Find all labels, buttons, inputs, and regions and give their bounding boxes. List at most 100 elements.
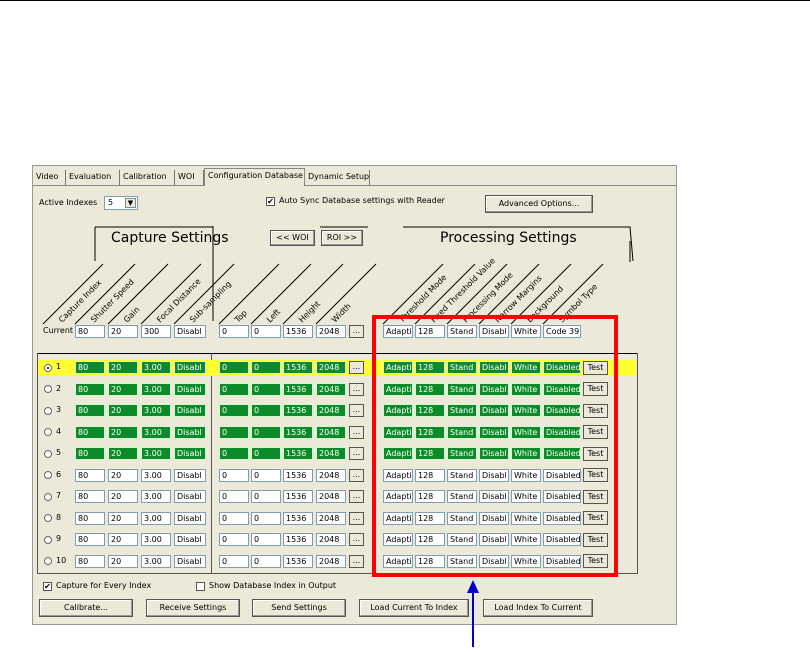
row-select-radio[interactable] bbox=[44, 385, 52, 393]
capture-field[interactable]: 20 bbox=[108, 468, 138, 482]
window-edit-button[interactable]: ... bbox=[349, 404, 364, 417]
capture-field[interactable]: 3.00 bbox=[141, 425, 171, 439]
window-field[interactable]: 1536 bbox=[283, 382, 313, 396]
receive-settings-button[interactable]: Receive Settings bbox=[146, 599, 240, 617]
calibrate-button[interactable]: Calibrate... bbox=[39, 599, 133, 617]
window-edit-button[interactable]: ... bbox=[349, 554, 364, 568]
row-select-radio[interactable] bbox=[44, 363, 52, 372]
capture-field[interactable]: 80 bbox=[75, 361, 105, 374]
window-field[interactable]: 0 bbox=[251, 554, 281, 568]
current-window-field[interactable]: 1536 bbox=[283, 325, 313, 338]
window-field[interactable]: 1536 bbox=[283, 511, 313, 525]
window-field[interactable]: 0 bbox=[219, 361, 249, 374]
capture-field[interactable]: 20 bbox=[108, 361, 138, 374]
window-field[interactable]: 0 bbox=[219, 511, 249, 525]
capture-every-checkbox[interactable]: ✔ bbox=[43, 582, 52, 591]
capture-field[interactable]: 20 bbox=[108, 404, 138, 417]
capture-field[interactable]: Disabl bbox=[174, 511, 206, 525]
window-edit-button[interactable]: ... bbox=[349, 533, 364, 546]
window-field[interactable]: 0 bbox=[219, 447, 249, 460]
window-field[interactable]: 1536 bbox=[283, 361, 313, 374]
current-capture-field[interactable]: Disabl bbox=[174, 325, 206, 338]
window-field[interactable]: 1536 bbox=[283, 533, 313, 546]
window-field[interactable]: 1536 bbox=[283, 404, 313, 417]
window-field[interactable]: 0 bbox=[219, 382, 249, 396]
window-field[interactable]: 0 bbox=[251, 404, 281, 417]
capture-field[interactable]: 20 bbox=[108, 490, 138, 503]
capture-field[interactable]: 80 bbox=[75, 554, 105, 568]
capture-field[interactable]: 80 bbox=[75, 511, 105, 525]
load-current-to-index-button[interactable]: Load Current To Index bbox=[359, 599, 469, 617]
capture-field[interactable]: 3.00 bbox=[141, 447, 171, 460]
window-edit-button[interactable]: ... bbox=[349, 468, 364, 482]
window-field[interactable]: 2048 bbox=[316, 382, 346, 396]
window-edit-button[interactable]: ... bbox=[349, 447, 364, 460]
window-field[interactable]: 2048 bbox=[316, 490, 346, 503]
window-field[interactable]: 1536 bbox=[283, 490, 313, 503]
woi-back-button[interactable]: << WOI bbox=[270, 230, 315, 246]
window-field[interactable]: 0 bbox=[219, 554, 249, 568]
current-window-field[interactable]: 0 bbox=[251, 325, 281, 338]
capture-field[interactable]: Disabl bbox=[174, 404, 206, 417]
window-edit-button[interactable]: ... bbox=[349, 425, 364, 439]
capture-field[interactable]: Disabl bbox=[174, 361, 206, 374]
window-field[interactable]: 0 bbox=[219, 490, 249, 503]
capture-field[interactable]: 80 bbox=[75, 533, 105, 546]
capture-field[interactable]: 80 bbox=[75, 425, 105, 439]
row-select-radio[interactable] bbox=[44, 428, 52, 436]
window-field[interactable]: 2048 bbox=[316, 361, 346, 374]
window-field[interactable]: 1536 bbox=[283, 554, 313, 568]
capture-field[interactable]: 80 bbox=[75, 490, 105, 503]
window-field[interactable]: 0 bbox=[251, 447, 281, 460]
capture-field[interactable]: 3.00 bbox=[141, 404, 171, 417]
capture-field[interactable]: 3.00 bbox=[141, 468, 171, 482]
capture-field[interactable]: 80 bbox=[75, 468, 105, 482]
row-select-radio[interactable] bbox=[44, 514, 52, 522]
capture-field[interactable]: Disabl bbox=[174, 490, 206, 503]
window-field[interactable]: 2048 bbox=[316, 468, 346, 482]
row-select-radio[interactable] bbox=[44, 471, 52, 479]
current-capture-field[interactable]: 20 bbox=[108, 325, 138, 338]
window-field[interactable]: 1536 bbox=[283, 425, 313, 439]
load-index-to-current-button[interactable]: Load Index To Current bbox=[483, 599, 593, 617]
current-window-edit-button[interactable]: ... bbox=[349, 325, 364, 338]
capture-field[interactable]: Disabl bbox=[174, 468, 206, 482]
capture-field[interactable]: 3.00 bbox=[141, 361, 171, 374]
send-settings-button[interactable]: Send Settings bbox=[252, 599, 346, 617]
window-field[interactable]: 1536 bbox=[283, 468, 313, 482]
row-select-radio[interactable] bbox=[44, 535, 52, 544]
show-index-checkbox[interactable] bbox=[196, 582, 205, 591]
capture-field[interactable]: Disabl bbox=[174, 554, 206, 568]
window-field[interactable]: 2048 bbox=[316, 533, 346, 546]
capture-field[interactable]: 20 bbox=[108, 533, 138, 546]
capture-field[interactable]: 20 bbox=[108, 425, 138, 439]
capture-field[interactable]: 80 bbox=[75, 382, 105, 396]
row-select-radio[interactable] bbox=[44, 557, 52, 565]
current-capture-field[interactable]: 300 bbox=[141, 325, 171, 338]
window-field[interactable]: 2048 bbox=[316, 404, 346, 417]
row-select-radio[interactable] bbox=[44, 492, 52, 501]
capture-field[interactable]: 20 bbox=[108, 382, 138, 396]
capture-field[interactable]: 80 bbox=[75, 447, 105, 460]
window-field[interactable]: 2048 bbox=[316, 447, 346, 460]
window-edit-button[interactable]: ... bbox=[349, 361, 364, 374]
window-field[interactable]: 0 bbox=[251, 382, 281, 396]
capture-field[interactable]: Disabl bbox=[174, 447, 206, 460]
capture-field[interactable]: Disabl bbox=[174, 382, 206, 396]
capture-field[interactable]: 20 bbox=[108, 447, 138, 460]
current-window-field[interactable]: 0 bbox=[219, 325, 249, 338]
window-field[interactable]: 0 bbox=[219, 468, 249, 482]
capture-field[interactable]: 3.00 bbox=[141, 490, 171, 503]
window-edit-button[interactable]: ... bbox=[349, 511, 364, 525]
capture-field[interactable]: 3.00 bbox=[141, 382, 171, 396]
capture-field[interactable]: 20 bbox=[108, 511, 138, 525]
capture-field[interactable]: Disabl bbox=[174, 425, 206, 439]
window-field[interactable]: 0 bbox=[219, 404, 249, 417]
window-field[interactable]: 1536 bbox=[283, 447, 313, 460]
capture-field[interactable]: 3.00 bbox=[141, 511, 171, 525]
row-select-radio[interactable] bbox=[44, 406, 52, 415]
capture-field[interactable]: 3.00 bbox=[141, 533, 171, 546]
capture-field[interactable]: 80 bbox=[75, 404, 105, 417]
current-capture-field[interactable]: 80 bbox=[75, 325, 105, 338]
window-field[interactable]: 0 bbox=[251, 361, 281, 374]
